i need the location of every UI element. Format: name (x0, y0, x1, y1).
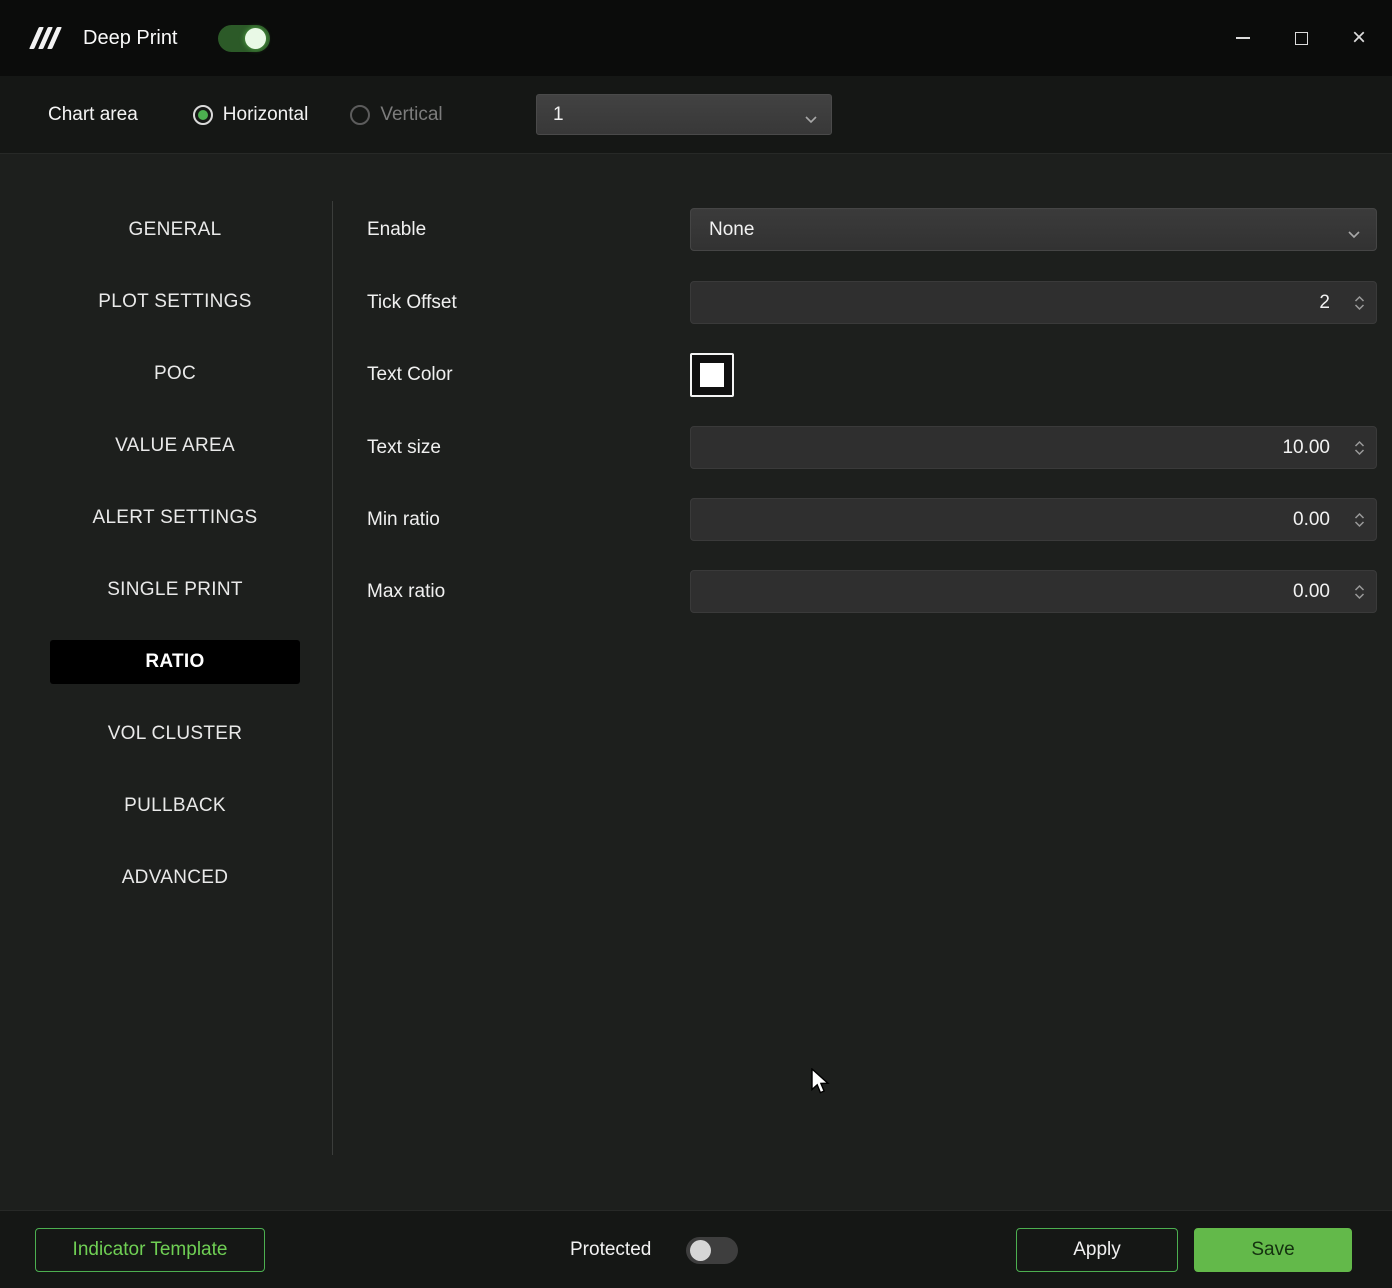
enable-select[interactable]: None (690, 208, 1377, 251)
spinner-updown-icon[interactable] (1353, 510, 1366, 535)
orientation-radio-group: Horizontal Vertical (192, 103, 443, 126)
form-row-text-color: Text Color (332, 353, 1392, 397)
radio-horizontal-label: Horizontal (222, 103, 309, 125)
tick-offset-label: Tick Offset (367, 292, 457, 313)
enable-label: Enable (367, 219, 427, 240)
tick-offset-input[interactable]: 2 (690, 281, 1377, 324)
vertical-divider (332, 201, 333, 1155)
footer-bar: Indicator Template Protected Apply Save (0, 1210, 1392, 1288)
radio-unselected-icon (350, 104, 371, 125)
form-row-enable: Enable None (332, 208, 1392, 252)
chevron-down-icon (1348, 226, 1360, 244)
radio-selected-icon (192, 104, 213, 125)
chart-area-bar: Chart area Horizontal Vertical 1 (0, 76, 1392, 154)
form-row-max-ratio: Max ratio 0.00 (332, 570, 1392, 614)
sidebar-item-alert-settings[interactable]: ALERT SETTINGS (50, 496, 300, 540)
sidebar-item-single-print[interactable]: SINGLE PRINT (50, 568, 300, 612)
color-swatch (700, 363, 724, 387)
text-size-input[interactable]: 10.00 (690, 426, 1377, 469)
sidebar-item-vol-cluster[interactable]: VOL CLUSTER (50, 712, 300, 756)
indicator-enabled-toggle[interactable] (217, 24, 270, 52)
max-ratio-label: Max ratio (367, 581, 446, 602)
min-ratio-label: Min ratio (367, 509, 440, 530)
form-row-min-ratio: Min ratio 0.00 (332, 498, 1392, 542)
max-ratio-input[interactable]: 0.00 (690, 570, 1377, 613)
chart-area-label: Chart area (48, 103, 138, 125)
minimize-button[interactable] (1220, 15, 1266, 61)
titlebar: Deep Print × (0, 0, 1392, 76)
maximize-icon (1294, 31, 1308, 45)
save-button[interactable]: Save (1194, 1228, 1352, 1272)
sidebar-item-value-area[interactable]: VALUE AREA (50, 424, 300, 468)
form-row-text-size: Text size 10.00 (332, 426, 1392, 470)
deep-print-settings-window: Deep Print × Chart area Horizontal Verti… (0, 0, 1392, 1288)
chart-area-dropdown-value: 1 (553, 103, 564, 125)
maximize-button[interactable] (1278, 15, 1324, 61)
min-ratio-input[interactable]: 0.00 (690, 498, 1377, 541)
form-row-tick-offset: Tick Offset 2 (332, 281, 1392, 325)
sidebar-item-advanced[interactable]: ADVANCED (50, 856, 300, 900)
spinner-updown-icon[interactable] (1353, 293, 1366, 318)
spinner-updown-icon[interactable] (1353, 438, 1366, 463)
toggle-knob (690, 1240, 711, 1261)
sidebar-item-pullback[interactable]: PULLBACK (50, 784, 300, 828)
text-size-label: Text size (367, 437, 441, 458)
sidebar-item-general[interactable]: GENERAL (50, 208, 300, 252)
radio-vertical-label: Vertical (380, 103, 443, 125)
protected-toggle[interactable] (686, 1237, 738, 1264)
sidebar-item-ratio[interactable]: RATIO (50, 640, 300, 684)
text-color-label: Text Color (367, 364, 453, 385)
apply-button[interactable]: Apply (1016, 1228, 1178, 1272)
minimize-icon (1236, 37, 1250, 39)
indicator-template-button[interactable]: Indicator Template (35, 1228, 265, 1272)
text-size-value: 10.00 (1282, 437, 1330, 458)
settings-tabs: GENERAL PLOT SETTINGS POC VALUE AREA ALE… (0, 208, 332, 928)
radio-vertical[interactable]: Vertical (350, 103, 443, 126)
max-ratio-value: 0.00 (1293, 581, 1330, 602)
chevron-down-icon (805, 111, 817, 129)
sidebar-item-plot-settings[interactable]: PLOT SETTINGS (50, 280, 300, 324)
close-button[interactable]: × (1336, 15, 1382, 61)
enable-select-value: None (709, 219, 755, 240)
window-title: Deep Print (83, 26, 178, 49)
text-color-picker[interactable] (690, 353, 734, 397)
spinner-updown-icon[interactable] (1353, 582, 1366, 607)
toggle-knob (244, 27, 266, 49)
chart-area-dropdown[interactable]: 1 (536, 94, 832, 135)
radio-horizontal[interactable]: Horizontal (192, 103, 309, 126)
window-controls: × (1220, 0, 1382, 76)
tick-offset-value: 2 (1319, 292, 1330, 313)
close-icon: × (1351, 24, 1366, 51)
logo-icon (29, 27, 62, 49)
protected-label: Protected (570, 1239, 652, 1260)
min-ratio-value: 0.00 (1293, 509, 1330, 530)
main-content: GENERAL PLOT SETTINGS POC VALUE AREA ALE… (0, 155, 1392, 1210)
sidebar-item-poc[interactable]: POC (50, 352, 300, 396)
